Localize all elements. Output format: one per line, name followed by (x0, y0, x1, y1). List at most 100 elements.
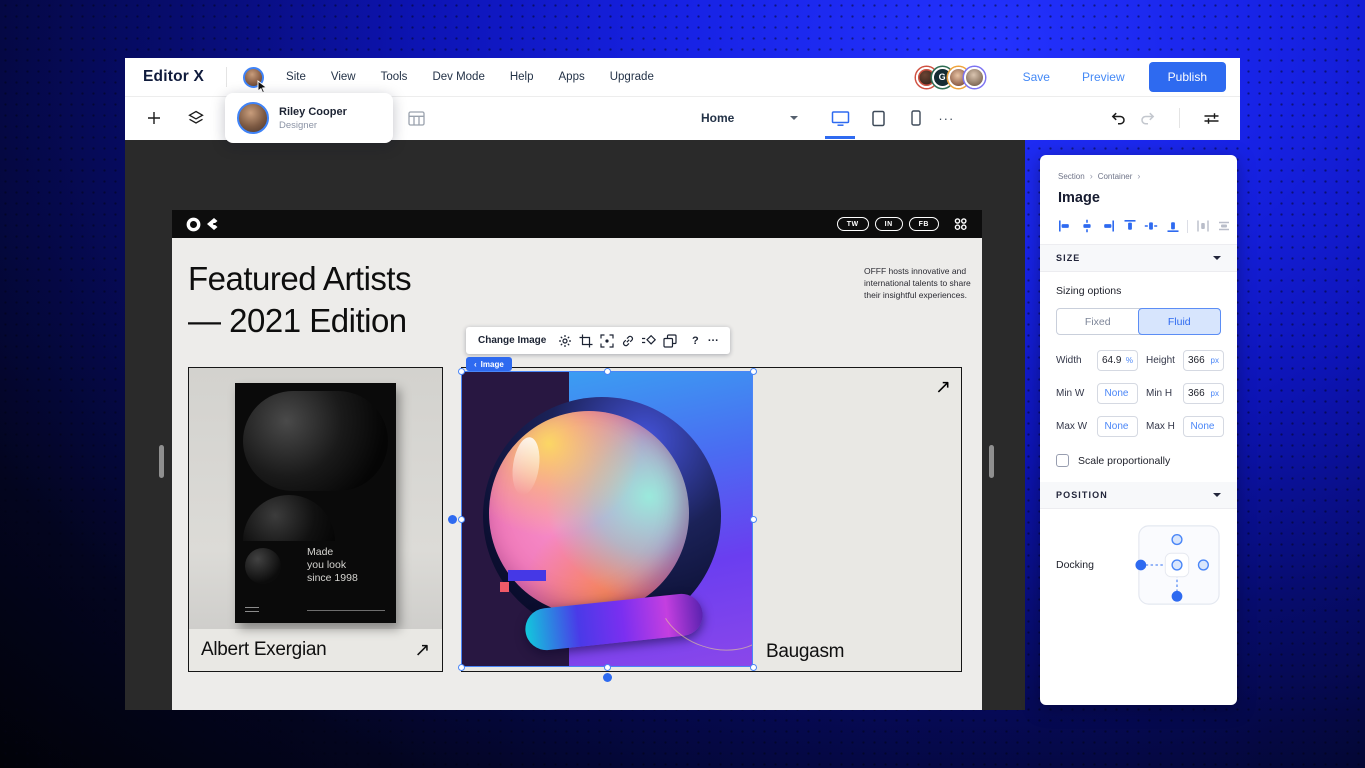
logo-circle-icon (186, 217, 201, 232)
menu-item-apps[interactable]: Apps (559, 71, 585, 83)
align-right-icon[interactable] (1101, 219, 1115, 233)
dock-top[interactable] (1172, 535, 1182, 545)
dock-indicator-bottom[interactable] (603, 673, 612, 682)
sizing-options-label: Sizing options (1056, 285, 1221, 297)
deco-rect-indigo (508, 570, 546, 581)
align-center-horizontal-icon[interactable] (1080, 219, 1094, 233)
social-link-fb[interactable]: FB (909, 217, 939, 231)
focal-point-icon (600, 334, 614, 348)
menu-item-site[interactable]: Site (286, 71, 306, 83)
height-input[interactable]: 366px (1183, 350, 1224, 371)
duplicate-button[interactable] (659, 330, 680, 351)
artist-name-baugasm: Baugasm (766, 641, 844, 663)
collaborator-avatar[interactable] (964, 67, 985, 88)
redo-button[interactable] (1133, 103, 1163, 133)
selected-element-tag[interactable]: ‹ Image (466, 357, 512, 371)
poster-text: Made you look since 1998 (307, 546, 358, 584)
poster-orb (243, 495, 335, 541)
external-arrow-icon[interactable]: ↗ (414, 639, 430, 662)
resize-handle-sw[interactable] (458, 664, 465, 671)
breadcrumb-container[interactable]: Container (1098, 172, 1133, 181)
site-navbar[interactable]: TW IN FB (172, 210, 982, 238)
menu-item-tools[interactable]: Tools (381, 71, 408, 83)
resize-handle-ne[interactable] (750, 368, 757, 375)
match-size-icon[interactable] (1217, 219, 1231, 233)
scale-proportionally-checkbox[interactable] (1056, 454, 1069, 467)
preview-button[interactable]: Preview (1082, 70, 1125, 84)
menu-item-help[interactable]: Help (510, 71, 534, 83)
external-arrow-icon[interactable]: ↗ (935, 376, 951, 399)
dock-bottom-active[interactable] (1172, 591, 1183, 602)
min-width-input[interactable]: None (1097, 383, 1138, 404)
docking-widget[interactable] (1133, 523, 1221, 607)
more-breakpoints-button[interactable]: ··· (938, 111, 954, 126)
image-context-toolbar: Change Image (466, 327, 730, 354)
toggle-inspector-button[interactable] (1196, 103, 1226, 133)
distribute-vertical-icon[interactable] (1196, 219, 1210, 233)
chevron-down-icon (1213, 256, 1221, 260)
menu-dots-icon[interactable] (953, 217, 968, 231)
align-bottom-icon[interactable] (1166, 219, 1180, 233)
position-section-header[interactable]: POSITION (1040, 482, 1237, 509)
social-link-tw[interactable]: TW (837, 217, 869, 231)
dock-right[interactable] (1199, 560, 1209, 570)
breakpoint-tablet-button[interactable] (862, 98, 894, 139)
menu-item-upgrade[interactable]: Upgrade (610, 71, 654, 83)
dock-indicator-left[interactable] (448, 515, 457, 524)
menu-item-view[interactable]: View (331, 71, 356, 83)
align-top-icon[interactable] (1123, 219, 1137, 233)
animation-button[interactable] (638, 330, 659, 351)
settings-button[interactable] (554, 330, 575, 351)
size-section-header[interactable]: SIZE (1040, 245, 1237, 272)
breakpoint-desktop-button[interactable] (824, 98, 856, 139)
more-options-button[interactable]: ··· (704, 335, 722, 347)
selected-image-helmet[interactable] (461, 371, 753, 667)
undo-button[interactable] (1103, 103, 1133, 133)
publish-button[interactable]: Publish (1149, 62, 1226, 92)
resize-handle-se[interactable] (750, 664, 757, 671)
logo-chevron-icon (205, 217, 219, 231)
page-heading[interactable]: Featured Artists — 2021 Edition (188, 258, 411, 341)
user-avatar[interactable] (243, 67, 264, 88)
tag-chevron: ‹ (474, 360, 477, 369)
save-button[interactable]: Save (1023, 70, 1050, 84)
plus-icon (146, 110, 162, 126)
dock-left-active[interactable] (1135, 560, 1146, 571)
resize-handle-e[interactable] (750, 516, 757, 523)
resize-handle-n[interactable] (604, 368, 611, 375)
dock-center[interactable] (1172, 560, 1182, 570)
page-selector-label: Home (701, 111, 734, 125)
resize-handle-s[interactable] (604, 664, 611, 671)
artist-card-albert[interactable]: Made you look since 1998 Albert Exergian… (188, 367, 443, 672)
grid-layout-button[interactable] (401, 103, 431, 133)
change-image-button[interactable]: Change Image (478, 335, 546, 346)
layers-button[interactable] (181, 103, 211, 133)
max-height-input[interactable]: None (1183, 416, 1224, 437)
page-selector[interactable]: Home (701, 111, 798, 125)
crop-button[interactable] (575, 330, 596, 351)
min-height-input[interactable]: 366px (1183, 383, 1224, 404)
menu-item-devmode[interactable]: Dev Mode (432, 71, 484, 83)
link-button[interactable] (617, 330, 638, 351)
social-link-in[interactable]: IN (875, 217, 903, 231)
max-width-input[interactable]: None (1097, 416, 1138, 437)
breakpoint-mobile-button[interactable] (900, 98, 932, 139)
align-left-icon[interactable] (1058, 219, 1072, 233)
page-description[interactable]: OFFF hosts innovative and international … (864, 266, 978, 302)
editor-x-logo: Editor X (139, 68, 216, 86)
page-resize-handle-right[interactable] (989, 445, 994, 478)
resize-handle-nw[interactable] (458, 368, 465, 375)
width-input[interactable]: 64.9% (1097, 350, 1138, 371)
resize-handle-w[interactable] (458, 516, 465, 523)
help-button[interactable]: ? (686, 335, 704, 347)
site-page[interactable]: TW IN FB Featured Artists — 2021 Edition… (172, 210, 982, 710)
breadcrumb-section[interactable]: Section (1058, 172, 1085, 181)
add-element-button[interactable] (139, 103, 169, 133)
link-icon (621, 334, 635, 348)
page-resize-handle-left[interactable] (159, 445, 164, 478)
sizing-mode-fixed[interactable]: Fixed (1057, 309, 1139, 334)
align-middle-vertical-icon[interactable] (1144, 219, 1158, 233)
user-role: Designer (279, 120, 347, 131)
focal-point-button[interactable] (596, 330, 617, 351)
sizing-mode-fluid[interactable]: Fluid (1138, 308, 1222, 335)
